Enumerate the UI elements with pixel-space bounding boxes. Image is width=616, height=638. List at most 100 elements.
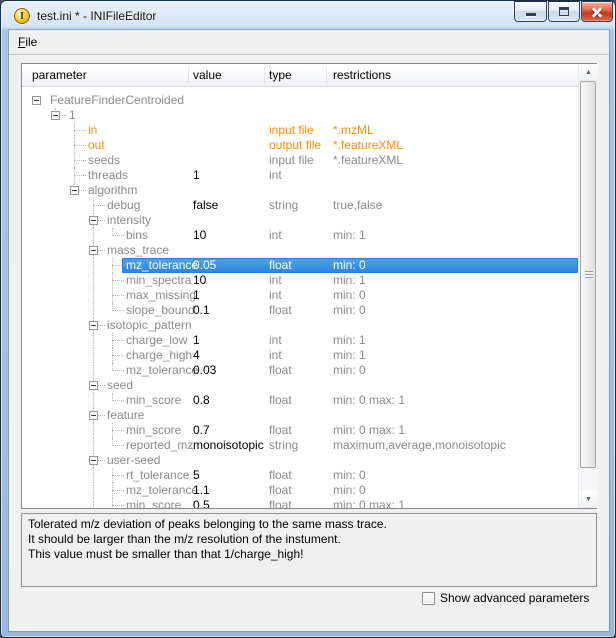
tree-row-min_score[interactable]: min_score0.5floatmin: 0 max: 1 xyxy=(22,498,578,508)
tree-guide xyxy=(112,505,124,506)
maximize-button[interactable] xyxy=(548,1,580,22)
show-advanced-label: Show advanced parameters xyxy=(440,592,589,605)
tree-row-isotopic_pattern[interactable]: isotopic_pattern xyxy=(22,318,578,333)
tree-guide xyxy=(93,333,94,348)
tree-row-min_score[interactable]: min_score0.7floatmin: 0 max: 1 xyxy=(22,423,578,438)
column-header-value[interactable]: value xyxy=(193,68,222,82)
tree-expander-icon[interactable] xyxy=(89,246,98,255)
param-value[interactable]: 10 xyxy=(193,273,206,288)
tree-viewport: FeatureFinderCentroided1ininput file*.mz… xyxy=(22,87,578,508)
tree-expander-icon[interactable] xyxy=(89,411,98,420)
param-value[interactable]: 0.5 xyxy=(193,498,210,508)
param-name: mz_tolerance xyxy=(126,363,198,378)
column-header-type[interactable]: type xyxy=(269,68,292,82)
tree-expander-icon[interactable] xyxy=(32,96,41,105)
tree-expander-icon[interactable] xyxy=(89,456,98,465)
tree-expander-icon[interactable] xyxy=(89,321,98,330)
param-restrictions: min: 1 xyxy=(333,333,366,348)
tree-expander-icon[interactable] xyxy=(51,111,60,120)
tree-row-rt_tolerance[interactable]: rt_tolerance5floatmin: 0 xyxy=(22,468,578,483)
param-restrictions: *.featureXML xyxy=(333,153,403,168)
param-value[interactable]: 0.05 xyxy=(193,258,216,273)
collapse-minus-glyph xyxy=(34,100,39,101)
tree-row-mz_tolerance[interactable]: mz_tolerance0.05floatmin: 0 xyxy=(22,258,578,273)
collapse-minus-glyph xyxy=(91,385,96,386)
param-type: int xyxy=(269,228,282,243)
param-type: int xyxy=(269,273,282,288)
scroll-up-button[interactable]: ▲ xyxy=(579,64,598,81)
tree-row-mz_tolerance[interactable]: mz_tolerance1.1floatmin: 0 xyxy=(22,483,578,498)
tree-row-bins[interactable]: bins10intmin: 1 xyxy=(22,228,578,243)
param-type: float xyxy=(269,363,292,378)
tree-row-charge_low[interactable]: charge_low1intmin: 1 xyxy=(22,333,578,348)
tree-guide xyxy=(112,475,124,476)
param-type: input file xyxy=(269,153,314,168)
tree-row-mass_trace[interactable]: mass_trace xyxy=(22,243,578,258)
tree-row-FeatureFinderCentroided[interactable]: FeatureFinderCentroided xyxy=(22,93,578,108)
tree-row-in[interactable]: ininput file*.mzML xyxy=(22,123,578,138)
menu-file[interactable]: File xyxy=(9,32,45,53)
param-value[interactable]: 0.03 xyxy=(193,363,216,378)
tree-row-1[interactable]: 1 xyxy=(22,108,578,123)
tree-row-reported_mz[interactable]: reported_mzmonoisotopicstringmaximum,ave… xyxy=(22,438,578,453)
param-name: in xyxy=(88,123,97,138)
param-value[interactable]: 1.1 xyxy=(193,483,210,498)
param-restrictions: min: 1 xyxy=(333,273,366,288)
description-line: Tolerated m/z deviation of peaks belongi… xyxy=(28,517,590,532)
param-value[interactable]: 1 xyxy=(193,333,200,348)
param-type: float xyxy=(269,468,292,483)
tree-row-charge_high[interactable]: charge_high4intmin: 1 xyxy=(22,348,578,363)
column-separator[interactable] xyxy=(264,67,265,84)
scrollbar-thumb[interactable] xyxy=(580,81,596,468)
param-name: rt_tolerance xyxy=(126,468,189,483)
tree-row-feature[interactable]: feature xyxy=(22,408,578,423)
param-type: float xyxy=(269,483,292,498)
show-advanced-checkbox[interactable] xyxy=(422,592,435,605)
tree-row-seeds[interactable]: seedsinput file*.featureXML xyxy=(22,153,578,168)
param-value[interactable]: 0.1 xyxy=(193,303,210,318)
titlebar[interactable]: I test.ini * - INIFileEditor xyxy=(1,1,616,30)
param-value[interactable]: 1 xyxy=(193,168,200,183)
param-value[interactable]: false xyxy=(193,198,218,213)
tree-row-mz_tolerance[interactable]: mz_tolerance0.03floatmin: 0 xyxy=(22,363,578,378)
param-value[interactable]: 0.7 xyxy=(193,423,210,438)
menubar: File xyxy=(9,30,609,55)
tree-row-max_missing[interactable]: max_missing1intmin: 0 xyxy=(22,288,578,303)
tree-row-seed[interactable]: seed xyxy=(22,378,578,393)
tree-row-algorithm[interactable]: algorithm xyxy=(22,183,578,198)
column-header-restrictions[interactable]: restrictions xyxy=(333,68,391,82)
show-advanced-row: Show advanced parameters xyxy=(422,592,589,605)
param-type: input file xyxy=(269,123,314,138)
tree-row-slope_bound[interactable]: slope_bound0.1floatmin: 0 xyxy=(22,303,578,318)
close-button[interactable] xyxy=(581,1,613,22)
tree-row-min_score[interactable]: min_score0.8floatmin: 0 max: 1 xyxy=(22,393,578,408)
tree-expander-icon[interactable] xyxy=(70,186,79,195)
tree-expander-icon[interactable] xyxy=(89,381,98,390)
param-restrictions: min: 0 xyxy=(333,288,366,303)
param-value[interactable]: 10 xyxy=(193,228,206,243)
param-restrictions: min: 0 xyxy=(333,303,366,318)
param-value[interactable]: monoisotopic xyxy=(193,438,264,453)
collapse-minus-glyph xyxy=(91,415,96,416)
tree-guide xyxy=(93,468,94,483)
scroll-down-button[interactable]: ▼ xyxy=(579,491,598,508)
tree-row-out[interactable]: outoutput file*.featureXML xyxy=(22,138,578,153)
param-value[interactable]: 5 xyxy=(193,468,200,483)
param-value[interactable]: 1 xyxy=(193,288,200,303)
column-separator[interactable] xyxy=(188,67,189,84)
tree-guide xyxy=(112,370,124,371)
tree-row-threads[interactable]: threads1int xyxy=(22,168,578,183)
tree-row-user-seed[interactable]: user-seed xyxy=(22,453,578,468)
tree-row-intensity[interactable]: intensity xyxy=(22,213,578,228)
column-header-parameter[interactable]: parameter xyxy=(32,68,87,82)
vertical-scrollbar[interactable]: ▲ ▼ xyxy=(578,64,597,508)
tree-expander-icon[interactable] xyxy=(89,216,98,225)
param-value[interactable]: 0.8 xyxy=(193,393,210,408)
tree-row-min_spectra[interactable]: min_spectra10intmin: 1 xyxy=(22,273,578,288)
column-separator[interactable] xyxy=(326,67,327,84)
tree-guide xyxy=(112,355,124,356)
minimize-button[interactable] xyxy=(514,1,547,22)
tree-guide xyxy=(74,145,86,146)
tree-row-debug[interactable]: debugfalsestringtrue,false xyxy=(22,198,578,213)
param-value[interactable]: 4 xyxy=(193,348,200,363)
